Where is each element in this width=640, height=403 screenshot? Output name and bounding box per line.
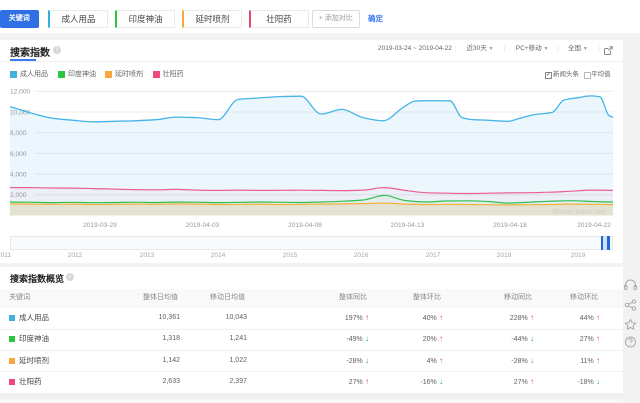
svg-text:2019-04-08: 2019-04-08	[288, 222, 322, 229]
svg-text:2019-04-18: 2019-04-18	[493, 222, 527, 229]
svg-text:2019-04-22: 2019-04-22	[577, 222, 611, 229]
svg-text:2019-03-29: 2019-03-29	[83, 222, 117, 229]
svg-text:@index.baidu.com: @index.baidu.com	[552, 209, 606, 216]
svg-text:12,000: 12,000	[10, 89, 31, 96]
svg-text:2019-04-13: 2019-04-13	[391, 222, 425, 229]
svg-text:2019-04-03: 2019-04-03	[186, 222, 220, 229]
